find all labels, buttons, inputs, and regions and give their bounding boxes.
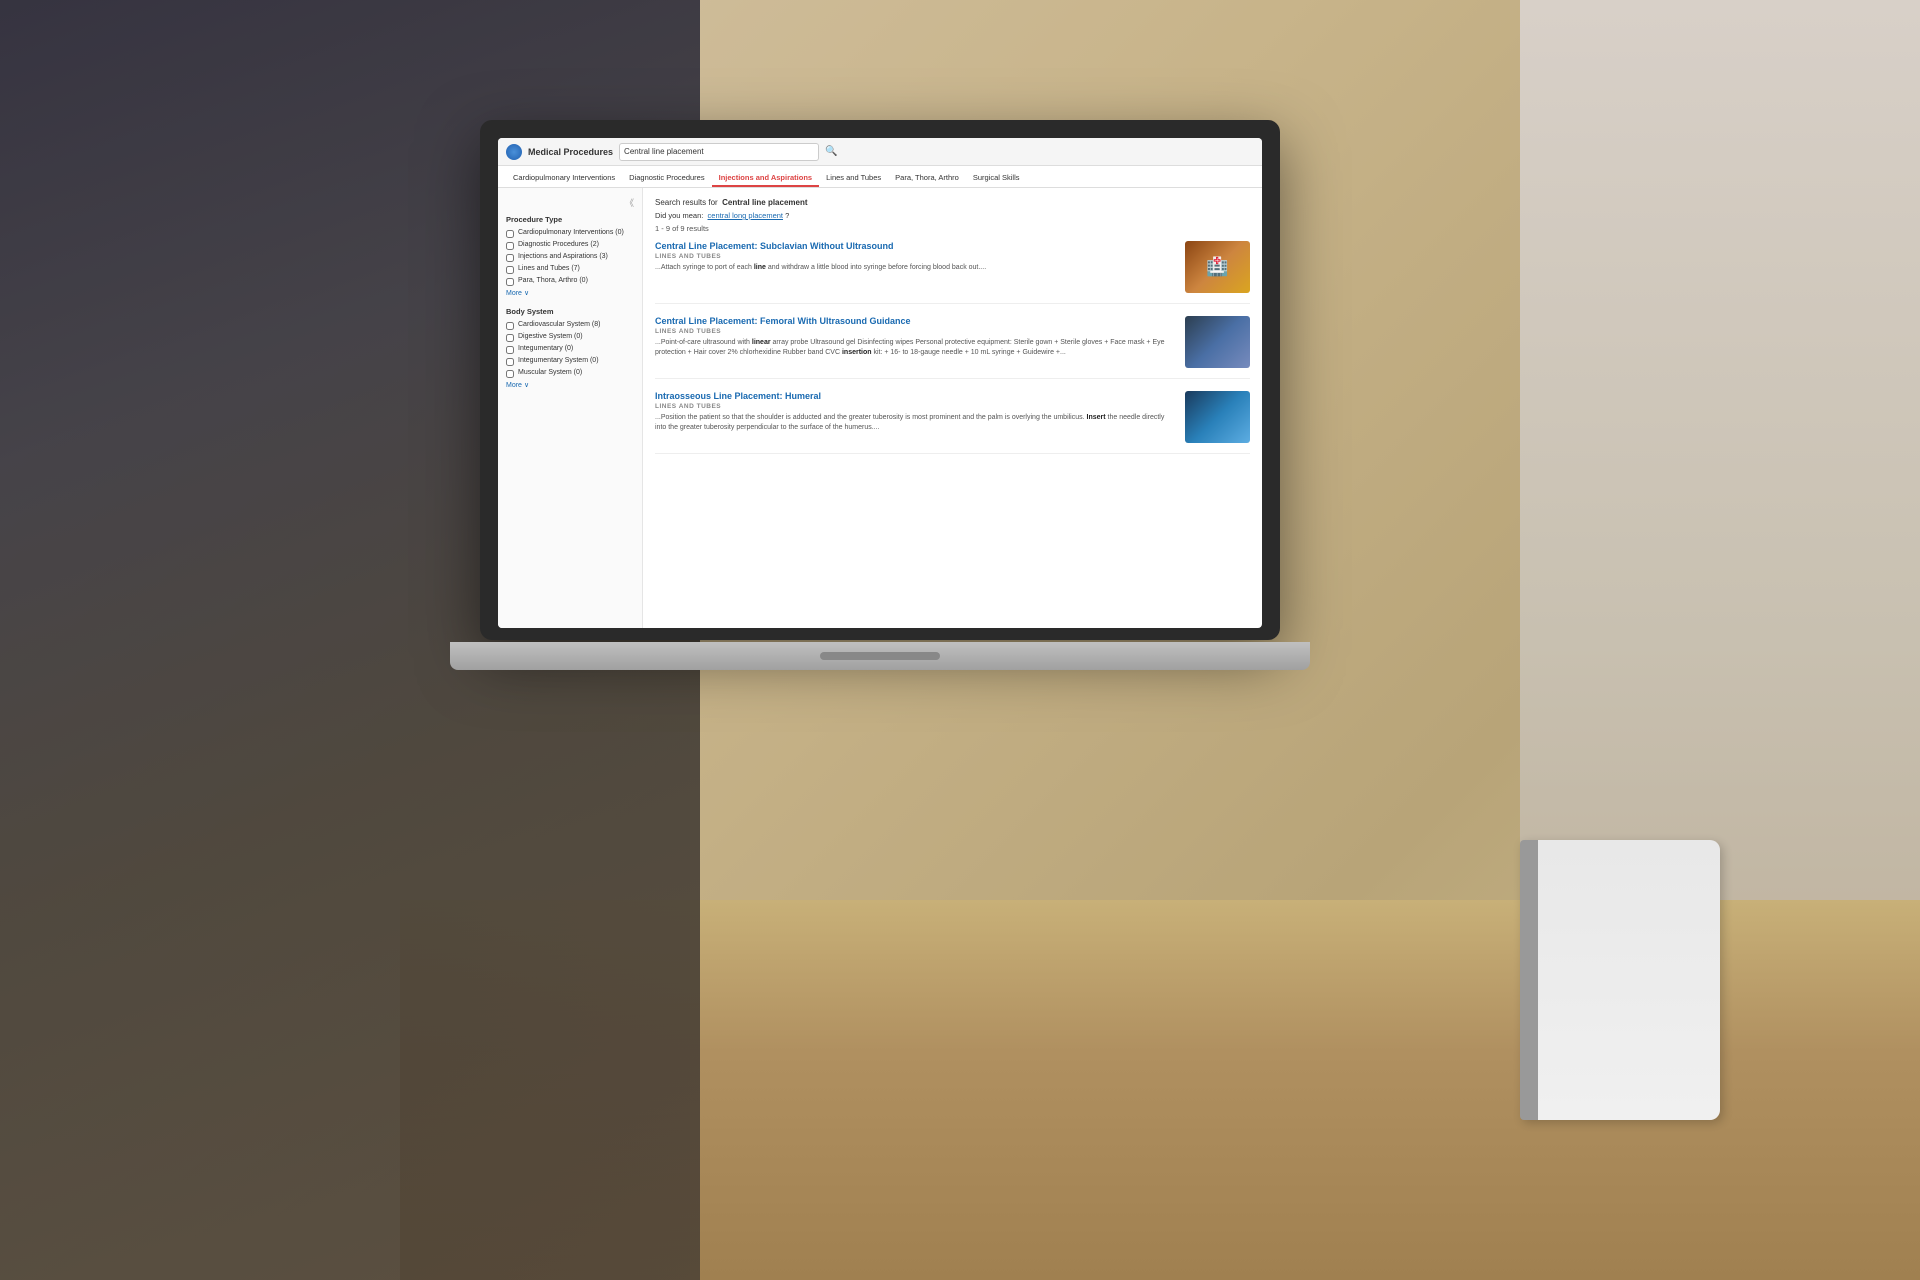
tab-lines[interactable]: Lines and Tubes [819, 170, 888, 187]
did-you-mean-text: Did you mean: [655, 211, 703, 220]
result-title-1[interactable]: Central Line Placement: Subclavian Witho… [655, 241, 1177, 251]
results-count: 1 - 9 of 9 results [655, 224, 1250, 233]
search-query-text: Central line placement [722, 198, 807, 207]
procedure-more-chevron: ∨ [524, 289, 529, 297]
result-snippet-2: ...Point-of-care ultrasound with linear … [655, 338, 1177, 358]
result-item-2: Central Line Placement: Femoral With Ult… [655, 316, 1250, 379]
tab-para[interactable]: Para, Thora, Arthro [888, 170, 966, 187]
sidebar-collapse-button[interactable]: 《 [506, 196, 634, 209]
filter-digestive-label: Digestive System (0) [518, 333, 583, 341]
result-category-3: LINES AND TUBES [655, 403, 1177, 410]
filter-para-checkbox[interactable] [506, 278, 514, 286]
body-more-button[interactable]: More ∨ [506, 381, 634, 389]
result-title-3[interactable]: Intraosseous Line Placement: Humeral [655, 391, 1177, 401]
tab-injections[interactable]: Injections and Aspirations [712, 170, 820, 187]
filter-diagnostic-checkbox[interactable] [506, 242, 514, 250]
body-more-chevron: ∨ [524, 381, 529, 389]
filter-injections-checkbox[interactable] [506, 254, 514, 262]
result-snippet-1: ...Attach syringe to port of each line a… [655, 263, 1177, 273]
result-text-1: Central Line Placement: Subclavian Witho… [655, 241, 1177, 293]
search-results-label: Search results for [655, 198, 718, 207]
result-image-1[interactable] [1185, 241, 1250, 293]
laptop-bezel: Medical Procedures 🔍 Cardiopulmonary Int… [480, 120, 1280, 640]
result-item-1: Central Line Placement: Subclavian Witho… [655, 241, 1250, 304]
results-header: Search results for Central line placemen… [655, 198, 1250, 207]
top-bar: Medical Procedures 🔍 [498, 138, 1262, 166]
result-text-2: Central Line Placement: Femoral With Ult… [655, 316, 1177, 368]
filter-integumentary1[interactable]: Integumentary (0) [506, 345, 634, 354]
result-text-3: Intraosseous Line Placement: Humeral LIN… [655, 391, 1177, 443]
tab-surgical[interactable]: Surgical Skills [966, 170, 1027, 187]
body-more-label: More [506, 382, 522, 389]
filter-cardiovascular[interactable]: Cardiovascular System (8) [506, 321, 634, 330]
filter-integumentary2-checkbox[interactable] [506, 358, 514, 366]
filter-integumentary1-label: Integumentary (0) [518, 345, 573, 353]
filter-lines-checkbox[interactable] [506, 266, 514, 274]
filter-cardiovascular-checkbox[interactable] [506, 322, 514, 330]
procedure-type-heading: Procedure Type [506, 215, 634, 224]
filter-injections[interactable]: Injections and Aspirations (3) [506, 253, 634, 262]
body-system-heading: Body System [506, 307, 634, 316]
filter-lines-label: Lines and Tubes (7) [518, 265, 580, 273]
laptop-base [450, 642, 1310, 670]
filter-digestive[interactable]: Digestive System (0) [506, 333, 634, 342]
laptop-screen: Medical Procedures 🔍 Cardiopulmonary Int… [498, 138, 1262, 628]
filter-muscular[interactable]: Muscular System (0) [506, 369, 634, 378]
filter-diagnostic[interactable]: Diagnostic Procedures (2) [506, 241, 634, 250]
result-snippet-3: ...Position the patient so that the shou… [655, 413, 1177, 433]
filter-cardiovascular-label: Cardiovascular System (8) [518, 321, 600, 329]
filter-lines[interactable]: Lines and Tubes (7) [506, 265, 634, 274]
search-input[interactable] [619, 143, 819, 161]
notebook [1520, 840, 1720, 1120]
results-area: Search results for Central line placemen… [643, 188, 1262, 628]
sidebar: 《 Procedure Type Cardiopulmonary Interve… [498, 188, 643, 628]
filter-muscular-label: Muscular System (0) [518, 369, 582, 377]
filter-diagnostic-label: Diagnostic Procedures (2) [518, 241, 599, 249]
filter-para-label: Para, Thora, Arthro (0) [518, 277, 588, 285]
filter-cardiopulmonary-label: Cardiopulmonary Interventions (0) [518, 229, 624, 237]
filter-para[interactable]: Para, Thora, Arthro (0) [506, 277, 634, 286]
filter-muscular-checkbox[interactable] [506, 370, 514, 378]
tab-diagnostic[interactable]: Diagnostic Procedures [622, 170, 711, 187]
search-icon[interactable]: 🔍 [825, 146, 837, 157]
filter-injections-label: Injections and Aspirations (3) [518, 253, 608, 261]
filter-digestive-checkbox[interactable] [506, 334, 514, 342]
result-image-3[interactable] [1185, 391, 1250, 443]
result-item-3: Intraosseous Line Placement: Humeral LIN… [655, 391, 1250, 454]
filter-integumentary2-label: Integumentary System (0) [518, 357, 599, 365]
app-logo-icon [506, 144, 522, 160]
tab-cardiopulmonary[interactable]: Cardiopulmonary Interventions [506, 170, 622, 187]
filter-cardiopulmonary-checkbox[interactable] [506, 230, 514, 238]
laptop: Medical Procedures 🔍 Cardiopulmonary Int… [480, 120, 1360, 800]
procedure-more-label: More [506, 290, 522, 297]
result-category-1: LINES AND TUBES [655, 253, 1177, 260]
filter-integumentary1-checkbox[interactable] [506, 346, 514, 354]
result-image-2[interactable] [1185, 316, 1250, 368]
main-content: 《 Procedure Type Cardiopulmonary Interve… [498, 188, 1262, 628]
result-title-2[interactable]: Central Line Placement: Femoral With Ult… [655, 316, 1177, 326]
app-title: Medical Procedures [528, 147, 613, 157]
nav-tabs: Cardiopulmonary Interventions Diagnostic… [498, 166, 1262, 188]
procedure-more-button[interactable]: More ∨ [506, 289, 634, 297]
filter-integumentary2[interactable]: Integumentary System (0) [506, 357, 634, 366]
result-category-2: LINES AND TUBES [655, 328, 1177, 335]
did-you-mean-link[interactable]: central long placement [708, 211, 783, 220]
filter-cardiopulmonary[interactable]: Cardiopulmonary Interventions (0) [506, 229, 634, 238]
did-you-mean: Did you mean: central long placement ? [655, 211, 1250, 220]
